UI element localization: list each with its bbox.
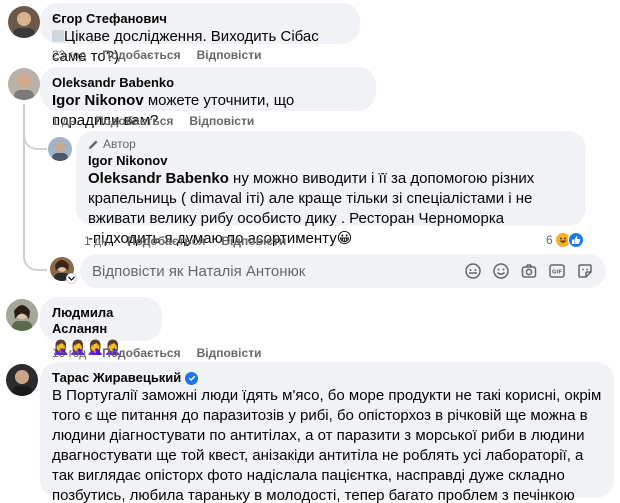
like-button[interactable]: Подобається bbox=[95, 114, 173, 128]
sticker-icon bbox=[52, 30, 64, 42]
author-badge-label: Автор bbox=[103, 137, 136, 151]
comment-bubble: Людмила Асланян 🤦‍♀️🤦‍♀️🤦‍♀️🤦‍♀️ bbox=[40, 297, 162, 355]
user-photo bbox=[6, 364, 38, 396]
reply-placeholder: Відповісти як Наталія Антонюк bbox=[92, 262, 306, 280]
comment-actions: 1 дн. Подобається Відповісти bbox=[84, 234, 286, 248]
comment-bubble: Oleksandr Babenko Igor Nikonov можете ут… bbox=[40, 67, 376, 129]
svg-text:GIF: GIF bbox=[552, 270, 563, 276]
comment-actions: 15 год Подобається Відповісти bbox=[52, 346, 261, 360]
like-button[interactable]: Подобається bbox=[102, 346, 180, 360]
user-photo bbox=[6, 299, 38, 331]
comment-author[interactable]: Людмила Асланян bbox=[52, 305, 150, 337]
thread-branch bbox=[23, 120, 47, 150]
comment-bubble: Єгор Стефанович Цікаве дослідження. Вихо… bbox=[40, 3, 360, 65]
author-badge: Автор bbox=[88, 137, 574, 151]
avatar[interactable] bbox=[8, 6, 40, 38]
like-reaction-icon bbox=[567, 232, 584, 248]
reply-button[interactable]: Відповісти bbox=[221, 234, 286, 248]
reply-button[interactable]: Відповісти bbox=[197, 346, 262, 360]
avatar-sticker-icon[interactable] bbox=[464, 262, 482, 280]
user-photo bbox=[8, 68, 40, 100]
user-photo bbox=[48, 137, 72, 161]
comment-author[interactable]: Igor Nikonov bbox=[88, 153, 574, 169]
comment-bubble: Тарас Жиравецький В Португалії заможні л… bbox=[40, 362, 614, 503]
comment-time[interactable]: 23 год bbox=[52, 48, 86, 62]
comment-actions: 1 дн. Подобається Відповісти bbox=[52, 114, 254, 128]
comment-time[interactable]: 1 дн. bbox=[52, 114, 79, 128]
reaction-count: 6 bbox=[546, 233, 553, 247]
avatar[interactable] bbox=[6, 364, 38, 396]
like-button[interactable]: Подобається bbox=[102, 48, 180, 62]
comment-author[interactable]: Тарас Жиравецький bbox=[52, 370, 602, 386]
comment-author[interactable]: Єгор Стефанович bbox=[52, 11, 348, 27]
verified-badge-icon bbox=[185, 371, 199, 385]
pencil-icon bbox=[88, 139, 98, 149]
comment-text: В Португалії заможні люди їдять м'ясо, б… bbox=[52, 387, 602, 503]
mention-link[interactable]: Igor Nikonov bbox=[52, 92, 144, 109]
avatar[interactable] bbox=[8, 68, 40, 100]
like-button[interactable]: Подобається bbox=[127, 234, 205, 248]
comment-time[interactable]: 1 дн. bbox=[84, 234, 111, 248]
comment-bubble: Автор Igor Nikonov Oleksandr Babenko ну … bbox=[76, 131, 586, 247]
camera-icon[interactable] bbox=[520, 262, 538, 280]
chevron-down-icon[interactable] bbox=[66, 273, 77, 284]
reply-button[interactable]: Відповісти bbox=[197, 48, 262, 62]
composer-tools: GIF bbox=[464, 262, 594, 280]
emoji-icon[interactable] bbox=[492, 262, 510, 280]
user-photo bbox=[8, 6, 40, 38]
avatar[interactable] bbox=[48, 137, 72, 161]
reaction-summary[interactable]: 6 bbox=[546, 232, 584, 248]
gif-icon[interactable]: GIF bbox=[548, 262, 566, 280]
comment-time[interactable]: 15 год bbox=[52, 346, 86, 360]
mention-link[interactable]: Oleksandr Babenko bbox=[88, 170, 229, 187]
thread-branch bbox=[23, 245, 47, 271]
comment-author[interactable]: Oleksandr Babenko bbox=[52, 75, 364, 91]
reply-input[interactable]: Відповісти як Наталія Антонюк GIF bbox=[80, 254, 606, 288]
sticker-icon[interactable] bbox=[576, 262, 594, 280]
avatar[interactable] bbox=[6, 299, 38, 331]
reply-button[interactable]: Відповісти bbox=[189, 114, 254, 128]
comment-actions: 23 год Подобається Відповісти bbox=[52, 48, 261, 62]
